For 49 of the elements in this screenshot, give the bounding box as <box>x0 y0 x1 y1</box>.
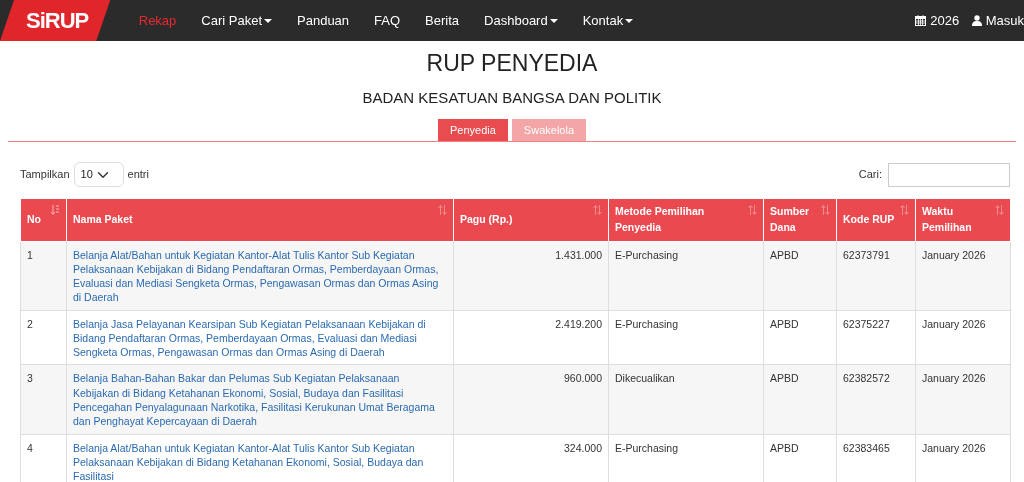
column-header[interactable]: Waktu Pemilihan <box>915 198 1011 242</box>
column-header[interactable]: Pagu (Rp.) <box>453 198 609 242</box>
page-subtitle: BADAN KESATUAN BANGSA DAN POLITIK <box>361 88 663 107</box>
table-cell: 1 <box>20 241 67 311</box>
table-cell: January 2026 <box>915 364 1011 434</box>
table-cell: APBD <box>763 364 837 434</box>
nav-link[interactable]: Masuk <box>959 10 1024 31</box>
entries-select[interactable]: 10 <box>73 162 124 188</box>
search-label: Cari: <box>858 167 882 183</box>
column-header[interactable]: Kode RUP <box>836 198 916 242</box>
nav-link[interactable]: Kontak <box>570 10 646 31</box>
caret-icon <box>264 19 273 24</box>
table-cell: 2 <box>20 310 67 365</box>
column-header[interactable]: No <box>20 198 67 242</box>
logo[interactable]: SiRUP <box>0 0 111 41</box>
caret-icon <box>625 19 634 24</box>
table-cell: E-Purchasing <box>608 310 764 365</box>
column-header[interactable]: Nama Paket <box>66 198 454 242</box>
table-cell: January 2026 <box>915 241 1011 311</box>
length-label: entri <box>127 167 149 183</box>
column-header[interactable]: Sumber Dana <box>763 198 837 242</box>
nav-link[interactable]: Dashboard <box>471 10 571 31</box>
nav-link[interactable]: Berita <box>412 10 472 31</box>
table-cell: 62382572 <box>836 364 916 434</box>
table-cell: 62373791 <box>836 241 916 311</box>
table-cell: APBD <box>763 310 837 365</box>
nav-link[interactable]: Cari Paket <box>188 10 285 31</box>
caret-icon <box>549 19 558 24</box>
column-header[interactable]: Metode Pemilihan Penyedia <box>608 198 764 242</box>
tab[interactable]: Penyedia <box>438 118 508 142</box>
table-cell: 2.419.200 <box>453 310 609 365</box>
page-title: RUP PENYEDIA <box>425 50 599 78</box>
table-cell: Dikecualikan <box>608 364 764 434</box>
table-cell: 960.000 <box>453 364 609 434</box>
table-cell: 62375227 <box>836 310 916 365</box>
table-cell: January 2026 <box>915 310 1011 365</box>
length-label: Tampilkan <box>20 167 70 183</box>
table-cell: 3 <box>20 364 67 434</box>
nav-link[interactable]: 2026 <box>902 10 960 31</box>
table-cell: 1.431.000 <box>453 241 609 311</box>
nav-link[interactable]: Rekap <box>126 10 189 31</box>
search-field[interactable] <box>888 162 1010 187</box>
table-cell: APBD <box>763 241 837 311</box>
calendar-icon <box>915 15 927 26</box>
table-cell: 4 <box>20 434 67 482</box>
user-icon <box>971 15 982 26</box>
nav-link[interactable]: FAQ <box>361 10 413 31</box>
table-cell: E-Purchasing <box>608 241 764 311</box>
nav-link[interactable]: Panduan <box>284 10 362 31</box>
